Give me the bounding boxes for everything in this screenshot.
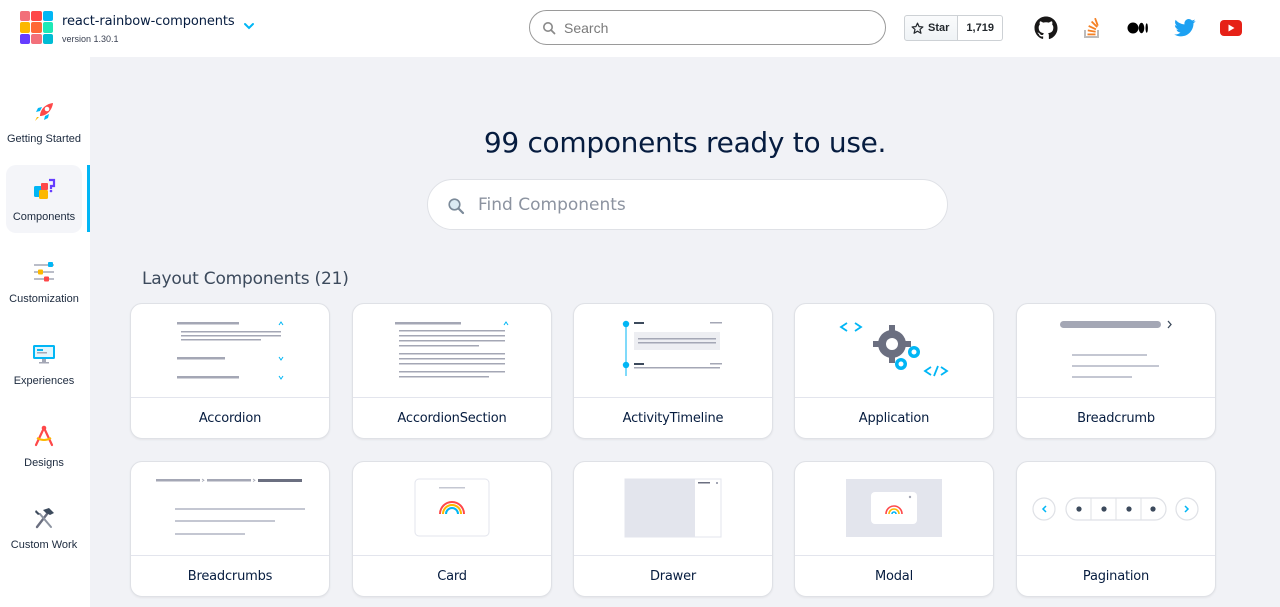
stackoverflow-icon[interactable] xyxy=(1079,15,1105,41)
card-label: AccordionSection xyxy=(397,411,507,426)
component-card-card[interactable]: Card xyxy=(352,461,552,597)
version-label: version 1.30.1 xyxy=(62,34,119,44)
star-icon xyxy=(911,22,924,34)
brand-name[interactable]: react-rainbow-components xyxy=(62,14,235,29)
accordionsection-preview xyxy=(395,321,509,378)
card-divider xyxy=(131,555,329,556)
star-label: Star xyxy=(928,22,950,34)
card-divider xyxy=(353,555,551,556)
card-label: Breadcrumbs xyxy=(187,569,273,584)
component-card-drawer[interactable]: Drawer xyxy=(573,461,773,597)
hammer-icon xyxy=(35,508,54,529)
rainbow-logo[interactable] xyxy=(20,11,53,44)
section-title: Layout Components (21) xyxy=(142,269,349,289)
card-divider xyxy=(795,555,993,556)
medium-icon[interactable] xyxy=(1125,15,1151,41)
github-icon[interactable] xyxy=(1033,15,1059,41)
card-label: Drawer xyxy=(649,569,697,584)
card-divider xyxy=(795,397,993,398)
card-divider xyxy=(353,397,551,398)
card-label: ActivityTimeline xyxy=(622,411,724,426)
top-header: react-rainbow-components version 1.30.1 … xyxy=(0,0,1280,57)
search-input[interactable] xyxy=(564,18,864,38)
twitter-icon[interactable] xyxy=(1172,15,1198,41)
logo-tile xyxy=(42,11,53,22)
card-label: Card xyxy=(437,569,467,584)
logo-tile xyxy=(20,33,31,44)
card-divider xyxy=(1017,397,1215,398)
sliders-icon xyxy=(34,262,54,282)
component-card-activitytimeline[interactable]: ActivityTimeline xyxy=(573,303,773,439)
accordion-preview xyxy=(177,321,284,380)
sidebar-item-label: Customization xyxy=(9,293,79,305)
card-divider xyxy=(131,397,329,398)
sidebar-item-label: Designs xyxy=(24,457,64,469)
logo-tile xyxy=(31,22,42,33)
component-card-application[interactable]: Application xyxy=(794,303,994,439)
component-card-accordion[interactable]: Accordion xyxy=(130,303,330,439)
card-divider xyxy=(1017,555,1215,556)
sidebar-item-customization[interactable]: Customization xyxy=(6,247,82,315)
pagination-preview xyxy=(1032,497,1199,521)
monitor-icon xyxy=(33,345,55,364)
breadcrumbs-preview xyxy=(156,478,305,535)
sidebar-item-getting-started[interactable]: Getting Started xyxy=(6,87,82,155)
card-label: Pagination xyxy=(1082,569,1150,584)
sidebar-item-designs[interactable]: Designs xyxy=(6,411,82,479)
sidebar-item-custom-work[interactable]: Custom Work xyxy=(6,493,82,561)
star-button[interactable]: Star xyxy=(904,15,959,41)
compass-icon xyxy=(34,425,54,447)
sidebar-item-label: Custom Work xyxy=(10,539,78,551)
card-label: Breadcrumb xyxy=(1077,411,1155,426)
card-divider xyxy=(574,397,772,398)
page-title: 99 components ready to use. xyxy=(483,126,887,159)
sidebar-nav: Getting Started Components Customization xyxy=(0,57,90,607)
sidebar-item-label: Experiences xyxy=(13,375,75,387)
puzzle-icon xyxy=(34,178,56,199)
star-count[interactable]: 1,719 xyxy=(958,15,1003,41)
github-star-widget[interactable]: Star 1,719 xyxy=(904,15,1003,41)
sidebar-item-components[interactable]: Components xyxy=(6,165,82,233)
component-card-modal[interactable]: Modal xyxy=(794,461,994,597)
card-divider xyxy=(574,555,772,556)
breadcrumb-preview xyxy=(1060,320,1172,378)
application-preview xyxy=(839,322,949,377)
component-card-breadcrumbs[interactable]: Breadcrumbs xyxy=(130,461,330,597)
logo-tile xyxy=(20,22,31,33)
rocket-icon xyxy=(35,103,53,121)
component-card-breadcrumb[interactable]: Breadcrumb xyxy=(1016,303,1216,439)
drawer-preview xyxy=(624,478,722,538)
component-card-accordionsection[interactable]: AccordionSection xyxy=(352,303,552,439)
main-content: 99 components ready to use. Layout Compo… xyxy=(90,57,1280,607)
search-box[interactable] xyxy=(529,10,886,45)
card-label: Application xyxy=(858,411,930,426)
card-preview xyxy=(414,478,490,537)
chevron-down-icon[interactable] xyxy=(241,18,257,34)
card-label: Accordion xyxy=(198,411,262,426)
logo-tile xyxy=(31,11,42,22)
component-card-pagination[interactable]: Pagination xyxy=(1016,461,1216,597)
find-components-box[interactable] xyxy=(427,179,948,230)
sidebar-item-experiences[interactable]: Experiences xyxy=(6,329,82,397)
logo-tile xyxy=(42,33,53,44)
logo-tile xyxy=(31,33,42,44)
activitytimeline-preview xyxy=(622,320,722,376)
search-icon xyxy=(543,22,556,35)
sidebar-item-label: Getting Started xyxy=(7,133,81,145)
search-icon xyxy=(448,198,465,215)
find-components-input[interactable] xyxy=(478,194,918,216)
youtube-icon[interactable] xyxy=(1218,15,1244,41)
card-label: Modal xyxy=(874,569,913,584)
logo-tile xyxy=(20,11,31,22)
modal-preview xyxy=(846,479,942,537)
sidebar-item-label: Components xyxy=(12,211,76,223)
logo-tile xyxy=(42,22,53,33)
